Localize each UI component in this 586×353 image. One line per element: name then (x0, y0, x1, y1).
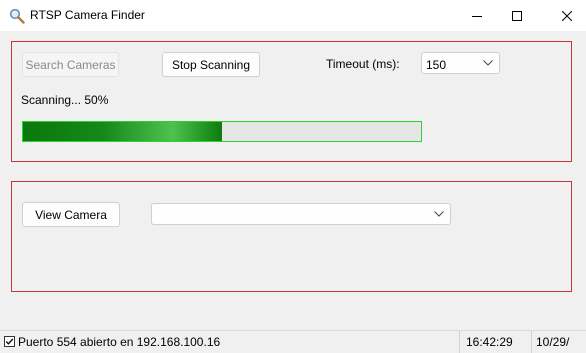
close-button[interactable] (547, 0, 586, 31)
chevron-down-icon (483, 60, 493, 66)
chevron-down-icon (434, 211, 444, 217)
maximize-icon (511, 10, 522, 21)
minimize-icon (471, 15, 482, 17)
status-bar: Puerto 554 abierto en 192.168.100.16 16:… (0, 330, 586, 353)
timeout-value: 150 (426, 58, 447, 72)
status-time-panel: 16:42:29 (460, 331, 532, 353)
status-date-panel: 10/29/ (532, 331, 586, 353)
checkbox-icon (4, 336, 15, 350)
view-camera-button[interactable]: View Camera (22, 202, 120, 227)
stop-scanning-button[interactable]: Stop Scanning (162, 52, 260, 77)
status-message: Puerto 554 abierto en 192.168.100.16 (18, 335, 221, 349)
minimize-button[interactable] (457, 0, 496, 31)
scan-progress-bar (22, 121, 422, 142)
timeout-select[interactable]: 150 (421, 52, 500, 74)
magnifier-icon (9, 8, 25, 24)
camera-select[interactable] (151, 203, 451, 225)
scan-status-text: Scanning... 50% (21, 93, 109, 107)
window-title: RTSP Camera Finder (30, 8, 145, 22)
title-bar: RTSP Camera Finder (0, 0, 586, 31)
timeout-label: Timeout (ms): (326, 57, 400, 71)
status-date: 10/29/ (536, 335, 570, 349)
view-group (11, 181, 572, 292)
progress-fill (23, 122, 222, 141)
search-cameras-button[interactable]: Search Cameras (22, 52, 119, 77)
status-time: 16:42:29 (466, 335, 513, 349)
status-message-panel: Puerto 554 abierto en 192.168.100.16 (0, 331, 460, 353)
close-icon (561, 10, 572, 21)
maximize-button[interactable] (497, 0, 536, 31)
